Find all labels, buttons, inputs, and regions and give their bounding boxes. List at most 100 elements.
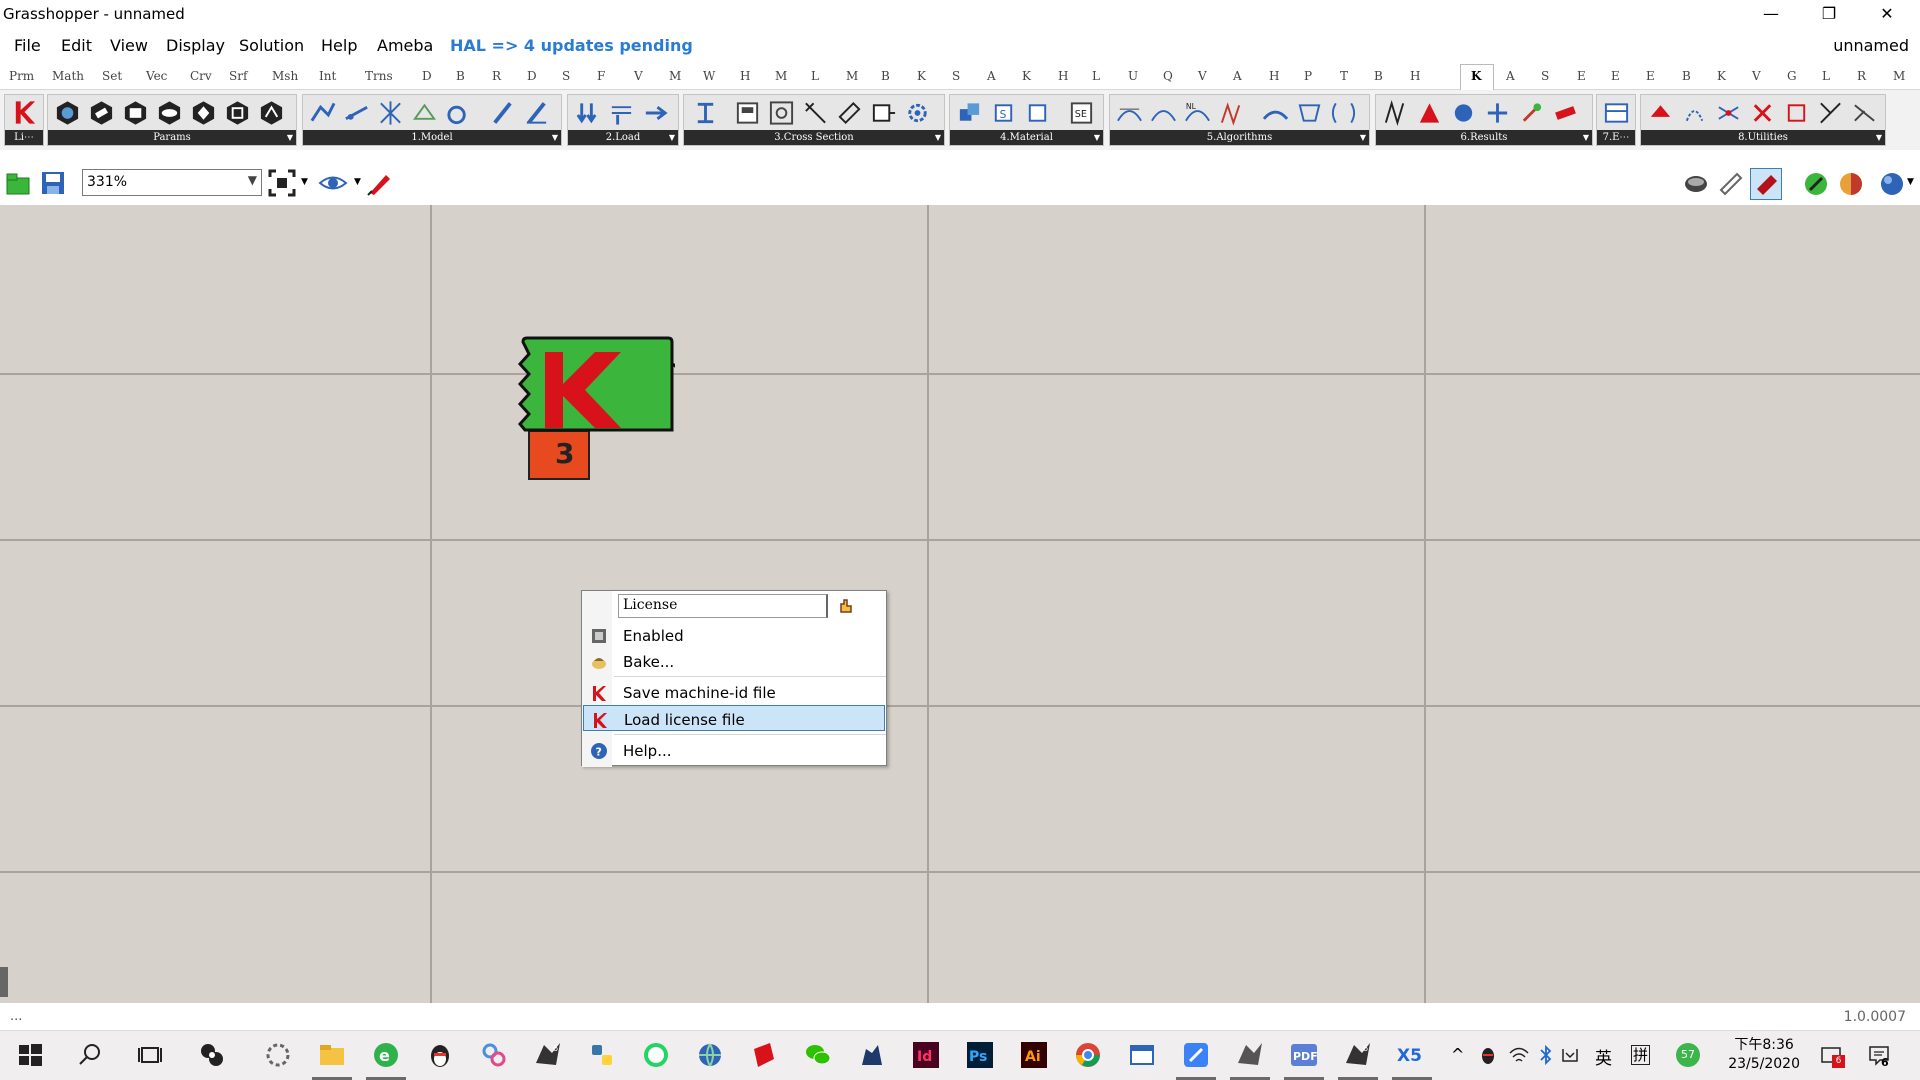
preview-selected-toggle[interactable] xyxy=(1750,168,1782,200)
chevron-down-icon[interactable]: ▼ xyxy=(248,173,257,187)
component-tab[interactable]: G xyxy=(1787,69,1797,83)
menu-item-enabled[interactable]: Enabled xyxy=(583,622,885,648)
ime-mode-indicator[interactable]: 英 xyxy=(1595,1044,1612,1069)
expand-arrow-icon[interactable]: ▼ xyxy=(552,130,558,145)
canvas-scroll-handle[interactable] xyxy=(0,967,8,997)
photoshop-icon[interactable]: Ps xyxy=(964,1039,996,1071)
component-tab[interactable]: U xyxy=(1128,69,1138,83)
rhino-icon[interactable]: 6 xyxy=(1342,1039,1374,1071)
utility-icon[interactable] xyxy=(1817,99,1844,127)
component-tab[interactable]: M xyxy=(775,69,787,83)
component-tab[interactable]: D xyxy=(422,69,432,83)
menu-solution[interactable]: Solution xyxy=(239,36,304,55)
utility-icon[interactable] xyxy=(1783,99,1810,127)
sketch-pen-icon[interactable] xyxy=(366,169,394,197)
expand-arrow-icon[interactable]: ▼ xyxy=(287,130,293,145)
app-icon[interactable] xyxy=(262,1039,294,1071)
whatsapp-icon[interactable] xyxy=(640,1039,672,1071)
material-sphere-icon[interactable] xyxy=(1837,170,1865,198)
model-tool-icon[interactable] xyxy=(377,99,404,127)
preview-shaded-icon[interactable] xyxy=(1682,170,1710,198)
component-tab[interactable]: E xyxy=(1577,69,1586,83)
app-icon[interactable] xyxy=(196,1039,228,1071)
results-icon[interactable] xyxy=(1518,99,1545,127)
hal-updates-link[interactable]: HAL => 4 updates pending xyxy=(450,36,693,55)
results-icon[interactable] xyxy=(1450,99,1477,127)
cross-section-icon[interactable] xyxy=(692,99,719,127)
menu-display[interactable]: Display xyxy=(166,36,225,55)
app-icon[interactable] xyxy=(478,1039,510,1071)
license-name-input[interactable]: License xyxy=(618,594,828,618)
component-tab[interactable]: E xyxy=(1646,69,1655,83)
component-tab[interactable]: H xyxy=(740,69,750,83)
chevron-up-icon[interactable]: ^ xyxy=(1451,1045,1464,1064)
chevron-down-icon[interactable]: ▼ xyxy=(301,177,308,187)
network-icon[interactable] xyxy=(1560,1045,1580,1065)
results-icon[interactable] xyxy=(1484,99,1511,127)
component-tab[interactable]: K xyxy=(917,69,926,83)
wechat-icon[interactable] xyxy=(802,1039,834,1071)
qq-tray-icon[interactable] xyxy=(1478,1045,1498,1065)
material-icon[interactable]: SE xyxy=(1068,99,1095,127)
component-tab[interactable]: M xyxy=(846,69,858,83)
pdf-icon[interactable]: PDF xyxy=(1288,1039,1320,1071)
menu-item-save-machine-id[interactable]: Save machine-id file xyxy=(583,679,885,705)
export-icon[interactable] xyxy=(1603,99,1630,127)
expand-arrow-icon[interactable]: ▼ xyxy=(1360,130,1366,145)
wifi-icon[interactable] xyxy=(1508,1045,1530,1065)
utility-icon[interactable] xyxy=(1715,99,1742,127)
algorithm-icon[interactable] xyxy=(1296,99,1323,127)
component-tab[interactable]: L xyxy=(1822,69,1830,83)
algorithm-icon[interactable] xyxy=(1218,99,1245,127)
model-tool-icon[interactable] xyxy=(411,99,438,127)
expand-arrow-icon[interactable]: ▼ xyxy=(1876,130,1882,145)
component-tab[interactable]: A xyxy=(1506,69,1515,83)
search-icon[interactable] xyxy=(74,1039,106,1071)
sketchup-icon[interactable] xyxy=(748,1039,780,1071)
menu-help[interactable]: Help xyxy=(321,36,357,55)
component-tab[interactable]: E xyxy=(1611,69,1620,83)
rhino-icon[interactable]: 6 xyxy=(532,1039,564,1071)
component-tab[interactable]: B xyxy=(881,69,890,83)
component-tab[interactable]: M xyxy=(669,69,681,83)
model-tool-icon[interactable] xyxy=(343,99,370,127)
menu-edit[interactable]: Edit xyxy=(61,36,92,55)
model-tool-icon[interactable] xyxy=(445,99,472,127)
param-icon[interactable] xyxy=(88,99,115,127)
component-tab[interactable]: T xyxy=(1340,69,1348,83)
system-clock[interactable]: 下午8:36 23/5/2020 xyxy=(1728,1036,1800,1074)
component-tab[interactable]: S xyxy=(562,69,570,83)
algorithm-icon[interactable]: NL xyxy=(1184,99,1211,127)
cross-section-icon[interactable] xyxy=(768,99,795,127)
utility-icon[interactable] xyxy=(1681,99,1708,127)
algorithm-icon[interactable] xyxy=(1116,99,1143,127)
component-tab[interactable]: P xyxy=(1304,69,1312,83)
component-tab[interactable]: Prm xyxy=(9,69,34,83)
grasshopper-canvas[interactable] xyxy=(0,205,1920,1003)
component-tab[interactable]: K xyxy=(1022,69,1031,83)
minimize-button[interactable]: — xyxy=(1742,0,1800,28)
load-arrow-icon[interactable] xyxy=(642,99,669,127)
app-icon[interactable] xyxy=(1180,1039,1212,1071)
component-tab[interactable]: L xyxy=(811,69,819,83)
component-tab[interactable]: R xyxy=(492,69,501,83)
component-tab[interactable]: A xyxy=(1233,69,1242,83)
utility-icon[interactable] xyxy=(1647,99,1674,127)
component-tab[interactable]: B xyxy=(1682,69,1691,83)
component-tab[interactable]: Set xyxy=(102,69,122,83)
menu-file[interactable]: File xyxy=(14,36,41,55)
component-tab[interactable]: Q xyxy=(1163,69,1173,83)
component-tab[interactable]: L xyxy=(1092,69,1100,83)
param-icon[interactable] xyxy=(190,99,217,127)
component-tab[interactable]: V xyxy=(1752,69,1761,83)
component-tab[interactable]: M xyxy=(1893,69,1905,83)
algorithm-icon[interactable] xyxy=(1150,99,1177,127)
component-tab[interactable]: Msh xyxy=(272,69,298,83)
eye-icon[interactable] xyxy=(318,172,348,194)
bluetooth-icon[interactable] xyxy=(1538,1044,1554,1066)
network-speed-badge[interactable]: 57 xyxy=(1676,1043,1700,1067)
param-icon[interactable] xyxy=(122,99,149,127)
utility-icon[interactable] xyxy=(1749,99,1776,127)
component-tab[interactable]: B xyxy=(456,69,465,83)
open-file-icon[interactable] xyxy=(5,170,31,196)
